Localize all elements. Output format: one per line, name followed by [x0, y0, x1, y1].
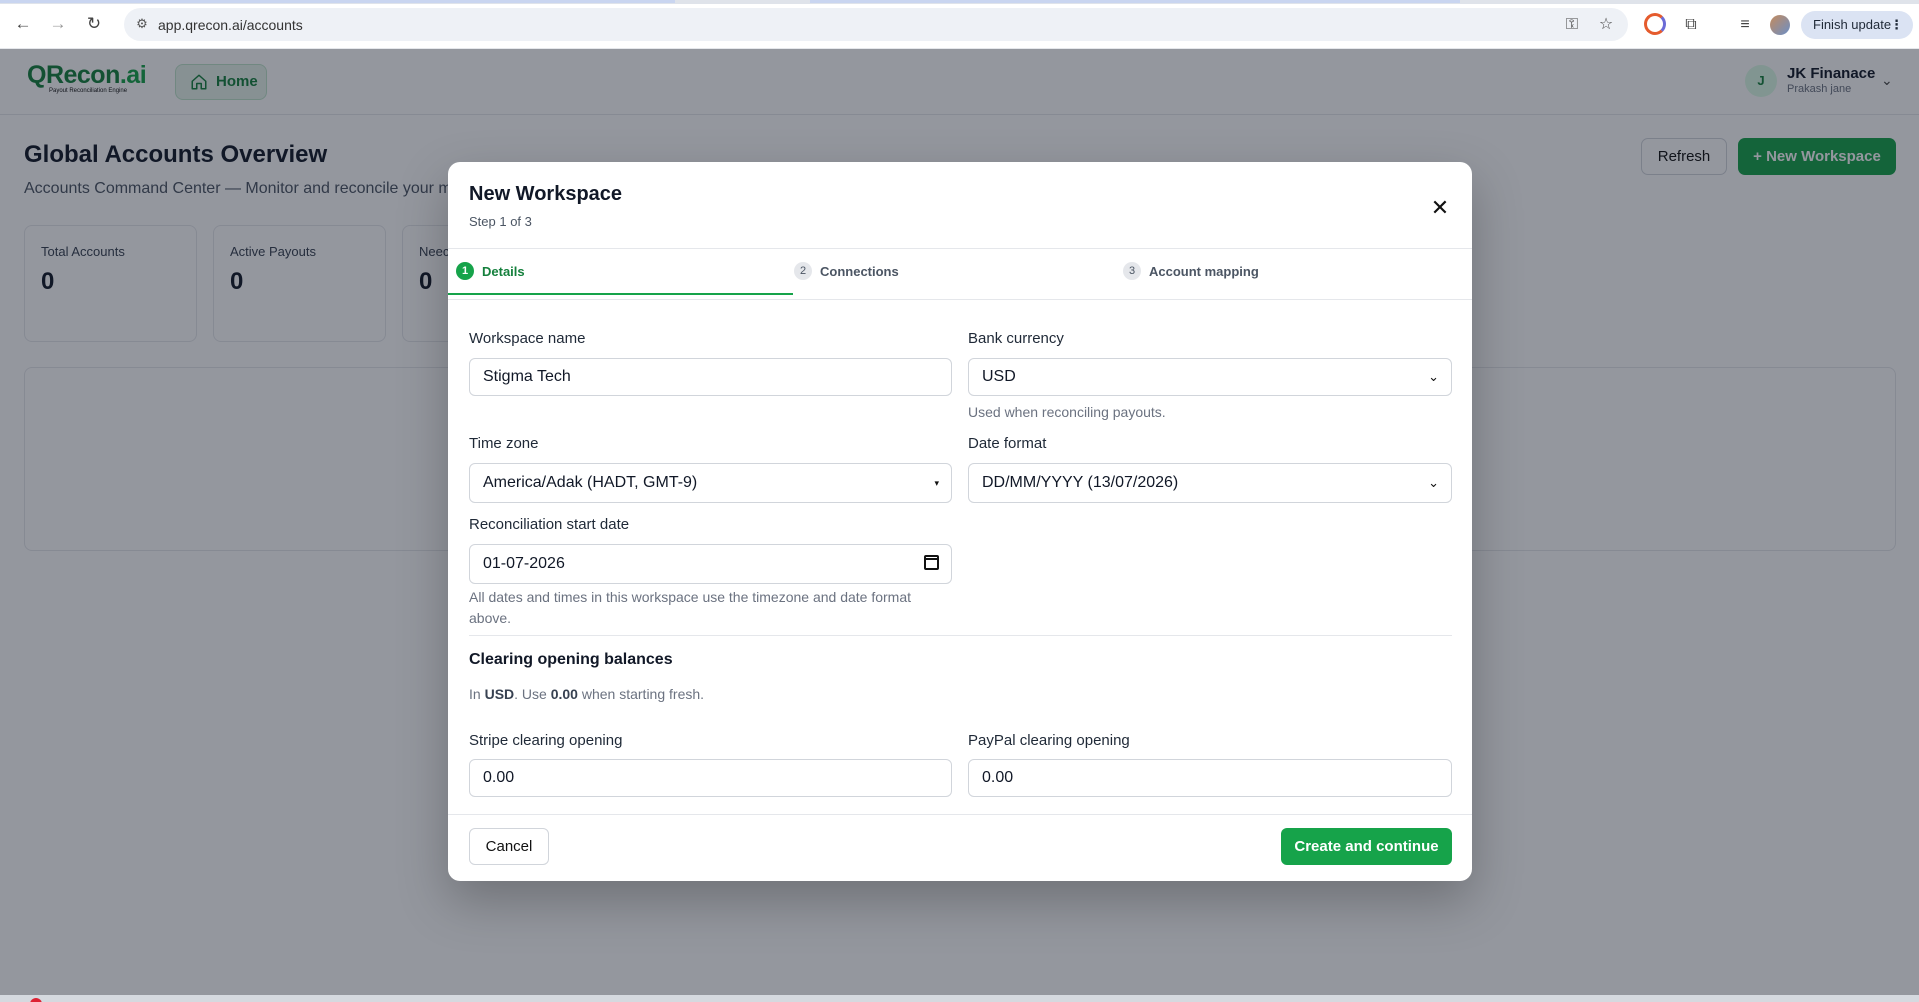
url-text[interactable]: app.qrecon.ai/accounts: [158, 17, 303, 33]
bank-currency-label: Bank currency: [968, 330, 1064, 347]
step-number: 2: [794, 262, 812, 280]
new-workspace-modal: New Workspace Step 1 of 3 ✕ 1 Details 2 …: [448, 162, 1472, 881]
bank-currency-select[interactable]: USD ⌄: [968, 358, 1452, 396]
hint-text: when starting fresh.: [577, 686, 705, 702]
step-number: 1: [456, 262, 474, 280]
taskbar-app-icon[interactable]: [30, 998, 42, 1002]
time-zone-select[interactable]: America/Adak (HADT, GMT-9) ▾: [469, 463, 952, 503]
divider: [469, 635, 1452, 636]
step-label: Details: [482, 264, 525, 279]
calendar-icon[interactable]: [924, 555, 939, 570]
tab-indicator: [810, 0, 1460, 3]
tab-connections[interactable]: 2 Connections: [786, 245, 1086, 295]
paypal-clearing-input[interactable]: 0.00: [968, 759, 1452, 797]
stripe-clearing-label: Stripe clearing opening: [469, 732, 623, 749]
site-info-icon[interactable]: ⚙: [134, 16, 150, 32]
step-label: Account mapping: [1149, 264, 1259, 279]
finish-update-label: Finish update: [1813, 17, 1892, 32]
modal-step-text: Step 1 of 3: [469, 214, 532, 229]
tab-details[interactable]: 1 Details: [448, 245, 793, 295]
tab-strip: [0, 0, 1919, 4]
date-format-label: Date format: [968, 435, 1047, 452]
address-bar[interactable]: ⚙ app.qrecon.ai/accounts ⚿ ☆: [124, 8, 1628, 41]
clearing-hint: In USD. Use 0.00 when starting fresh.: [469, 684, 704, 705]
paypal-clearing-label: PayPal clearing opening: [968, 732, 1130, 749]
create-and-continue-button[interactable]: Create and continue: [1281, 828, 1452, 865]
stripe-clearing-input[interactable]: 0.00: [469, 759, 952, 797]
clearing-section-title: Clearing opening balances: [469, 651, 673, 668]
hint-text: . Use: [514, 686, 551, 702]
browser-toolbar: ← → ↻ ⚙ app.qrecon.ai/accounts ⚿ ☆ ⧉ ≡ F…: [0, 0, 1919, 49]
step-number: 3: [1123, 262, 1141, 280]
chevron-down-icon: ⌄: [1428, 475, 1439, 490]
start-date-value: 01-07-2026: [483, 555, 565, 572]
tab-indicator: [0, 0, 675, 3]
start-date-input[interactable]: 01-07-2026: [469, 544, 952, 584]
bank-currency-value: USD: [982, 368, 1016, 385]
profile-icon[interactable]: [1770, 15, 1790, 35]
chevron-down-icon: ⌄: [1428, 369, 1439, 384]
dates-hint: All dates and times in this workspace us…: [469, 589, 912, 626]
divider: [448, 814, 1472, 815]
forward-icon[interactable]: →: [48, 14, 68, 34]
media-queue-icon[interactable]: ≡: [1734, 14, 1756, 36]
tab-account-mapping[interactable]: 3 Account mapping: [1115, 245, 1415, 295]
workspace-name-input[interactable]: Stigma Tech: [469, 358, 952, 396]
workspace-name-label: Workspace name: [469, 330, 586, 347]
divider: [448, 299, 1472, 300]
bookmark-star-icon[interactable]: ☆: [1597, 16, 1615, 34]
reload-icon[interactable]: ↻: [84, 14, 104, 34]
time-zone-label: Time zone: [469, 435, 539, 452]
modal-title: New Workspace: [469, 183, 623, 205]
extension-c-icon[interactable]: [1644, 13, 1666, 35]
taskbar: [0, 995, 1919, 1002]
bank-currency-hint: Used when reconciling payouts.: [968, 404, 1166, 420]
back-icon[interactable]: ←: [13, 14, 33, 34]
close-icon[interactable]: ✕: [1428, 196, 1452, 220]
hint-text: In: [469, 686, 485, 702]
password-key-icon[interactable]: ⚿: [1563, 16, 1581, 34]
step-label: Connections: [820, 264, 899, 279]
date-format-value: DD/MM/YYYY (13/07/2026): [982, 474, 1179, 491]
cancel-button[interactable]: Cancel: [469, 828, 549, 865]
extensions-puzzle-icon[interactable]: ⧉: [1680, 14, 1702, 36]
start-date-label: Reconciliation start date: [469, 516, 630, 533]
hint-currency: USD: [484, 686, 515, 702]
chevron-down-icon: ▾: [934, 478, 939, 488]
date-format-select[interactable]: DD/MM/YYYY (13/07/2026) ⌄: [968, 463, 1452, 503]
menu-dots-icon: ⋮: [1890, 17, 1903, 32]
finish-update-button[interactable]: Finish update ⋮: [1801, 11, 1913, 39]
hint-zero: 0.00: [550, 686, 578, 702]
time-zone-value: America/Adak (HADT, GMT-9): [483, 474, 698, 491]
